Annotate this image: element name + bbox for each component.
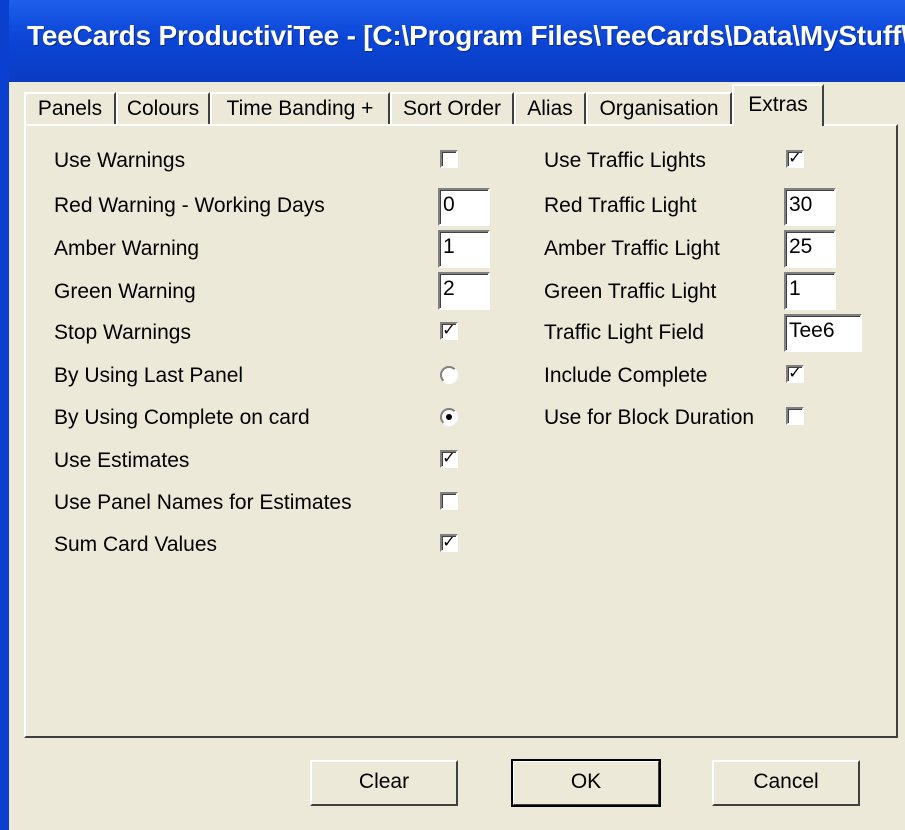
panel-names-estimates-label: Use Panel Names for Estimates xyxy=(54,491,352,514)
amber-warning-input[interactable]: 1 xyxy=(438,230,490,268)
block-duration-checkbox[interactable] xyxy=(786,407,804,425)
sum-card-values-label: Sum Card Values xyxy=(54,533,218,556)
tab-panels[interactable]: Panels xyxy=(24,92,116,124)
use-estimates-checkbox[interactable]: ✓ xyxy=(440,450,458,468)
panel-names-estimates-checkbox[interactable] xyxy=(440,492,458,510)
tab-time-banding[interactable]: Time Banding + xyxy=(210,92,390,124)
use-traffic-lights-label: Use Traffic Lights xyxy=(544,149,706,172)
by-last-panel-label: By Using Last Panel xyxy=(54,364,244,387)
tab-strip: Panels Colours Time Banding + Sort Order… xyxy=(24,82,904,126)
tab-sort-order[interactable]: Sort Order xyxy=(390,92,514,124)
include-complete-label: Include Complete xyxy=(544,364,708,387)
by-complete-radio[interactable] xyxy=(440,408,458,426)
tab-alias[interactable]: Alias xyxy=(514,92,586,124)
tab-colours[interactable]: Colours xyxy=(116,92,210,124)
include-complete-checkbox[interactable]: ✓ xyxy=(786,365,804,383)
use-warnings-checkbox[interactable] xyxy=(440,150,458,168)
use-warnings-label: Use Warnings xyxy=(54,149,186,172)
amber-traffic-light-label: Amber Traffic Light xyxy=(544,237,720,260)
cancel-button[interactable]: Cancel xyxy=(712,760,860,806)
tab-organisation[interactable]: Organisation xyxy=(586,92,732,124)
clear-button[interactable]: Clear xyxy=(310,760,458,806)
traffic-light-field-label: Traffic Light Field xyxy=(544,321,704,344)
tab-extras[interactable]: Extras xyxy=(732,84,824,126)
amber-traffic-light-input[interactable]: 25 xyxy=(784,230,836,268)
amber-warning-label: Amber Warning xyxy=(54,237,200,260)
block-duration-label: Use for Block Duration xyxy=(544,406,755,429)
title-bar[interactable]: TeeCards ProductiviTee - [C:\Program Fil… xyxy=(9,0,905,82)
by-complete-label: By Using Complete on card xyxy=(54,406,310,429)
green-warning-label: Green Warning xyxy=(54,280,196,303)
traffic-light-field-input[interactable]: Tee6 xyxy=(784,314,862,352)
green-traffic-light-input[interactable]: 1 xyxy=(784,272,836,310)
window-title: TeeCards ProductiviTee - [C:\Program Fil… xyxy=(27,20,905,51)
red-warning-input[interactable]: 0 xyxy=(438,188,490,226)
green-traffic-light-label: Green Traffic Light xyxy=(544,280,717,303)
by-last-panel-radio[interactable] xyxy=(440,366,458,384)
use-estimates-label: Use Estimates xyxy=(54,449,190,472)
sum-card-values-checkbox[interactable]: ✓ xyxy=(440,534,458,552)
red-warning-label: Red Warning - Working Days xyxy=(54,194,325,217)
stop-warnings-label: Stop Warnings xyxy=(54,321,191,344)
radio-selected-dot xyxy=(446,414,452,420)
green-warning-input[interactable]: 2 xyxy=(438,272,490,310)
red-traffic-light-label: Red Traffic Light xyxy=(544,194,697,217)
use-traffic-lights-checkbox[interactable]: ✓ xyxy=(786,150,804,168)
stop-warnings-checkbox[interactable]: ✓ xyxy=(440,322,458,340)
red-traffic-light-input[interactable]: 30 xyxy=(784,188,836,226)
ok-button[interactable]: OK xyxy=(511,759,661,807)
